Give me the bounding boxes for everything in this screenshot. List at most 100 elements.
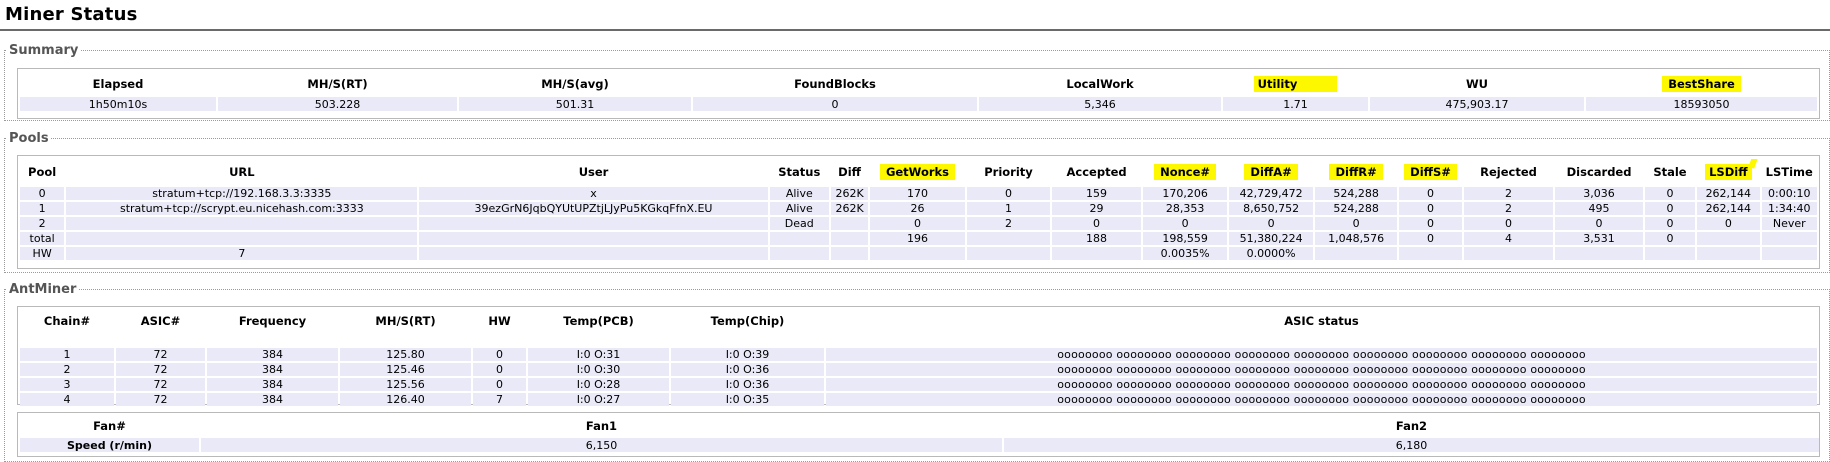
pool-cell-user bbox=[419, 247, 768, 260]
chain-cell-hw: 7 bbox=[473, 393, 526, 406]
pool-cell-getworks: 26 bbox=[870, 202, 965, 215]
pool-cell-priority bbox=[966, 232, 1051, 245]
pool-cell-accepted: 188 bbox=[1052, 232, 1141, 245]
chain-cell-asic: 72 bbox=[116, 393, 205, 406]
pool-cell-getworks: 0 bbox=[870, 217, 965, 230]
pool-cell-rejected: 2 bbox=[1463, 202, 1554, 215]
chains-header-temp-chip: Temp(Chip) bbox=[671, 310, 824, 332]
pool-cell-getworks: 196 bbox=[870, 232, 965, 245]
pool-cell-discarded: 495 bbox=[1555, 202, 1643, 215]
chain-cell-hw: 0 bbox=[473, 378, 526, 391]
chain-cell-temp-chip: I:0 O:39 bbox=[671, 348, 824, 361]
pool-cell-lstime bbox=[1761, 232, 1817, 245]
pools-header-priority: Priority bbox=[966, 159, 1051, 185]
pools-header-url: URL bbox=[66, 159, 418, 185]
pool-cell-diffr: 0 bbox=[1314, 217, 1398, 230]
pool-row: 0 stratum+tcp://192.168.3.3:3335 x Alive 262… bbox=[20, 187, 1817, 200]
chains-header-chain: Chain# bbox=[20, 310, 114, 332]
chains-header-temp-pcb: Temp(PCB) bbox=[528, 310, 669, 332]
pool-cell-diffs: 0 bbox=[1399, 202, 1462, 215]
pools-header-lsdiff: LSDiff bbox=[1697, 159, 1760, 185]
pool-cell-status: Dead bbox=[769, 217, 829, 230]
pool-cell-status bbox=[769, 232, 829, 245]
highlight-utility: Utility bbox=[1253, 76, 1338, 92]
pool-cell-diffa: 0 bbox=[1229, 217, 1313, 230]
pool-cell-diffs: 0 bbox=[1399, 187, 1462, 200]
chain-row: 1 72 384 125.80 0 I:0 O:31 I:0 O:39 oooooooo oo… bbox=[20, 348, 1817, 361]
pool-cell-discarded bbox=[1555, 247, 1643, 260]
pool-cell-pool: 2 bbox=[20, 217, 65, 230]
pool-cell-accepted: 159 bbox=[1052, 187, 1141, 200]
chain-cell-hw: 0 bbox=[473, 348, 526, 361]
pool-cell-stale bbox=[1644, 247, 1696, 260]
chain-row: 4 72 384 126.40 7 I:0 O:27 I:0 O:35 oooooooo oo… bbox=[20, 393, 1817, 406]
chains-header-asic-status: ASIC status bbox=[826, 310, 1817, 332]
pools-header-diff: Diff bbox=[830, 159, 869, 185]
chains-header-frequency: Frequency bbox=[207, 310, 338, 332]
pools-header-user: User bbox=[419, 159, 768, 185]
fans-header-row: Fan# Fan1 Fan2 bbox=[20, 416, 1819, 436]
fans-speed-label: Speed (r/min) bbox=[20, 438, 199, 452]
pool-row: HW 7 0.0035% 0.0000% bbox=[20, 247, 1817, 260]
pools-header-diffr: DiffR# bbox=[1314, 159, 1398, 185]
pool-cell-accepted: 29 bbox=[1052, 202, 1141, 215]
pools-header-pool: Pool bbox=[20, 159, 65, 185]
pool-cell-rejected: 4 bbox=[1463, 232, 1554, 245]
pool-cell-diffs: 0 bbox=[1399, 232, 1462, 245]
summary-value-elapsed: 1h50m10s bbox=[20, 97, 216, 111]
summary-header-foundblocks: FoundBlocks bbox=[693, 73, 977, 95]
summary-value-mhs-rt: 503.228 bbox=[218, 97, 457, 111]
fans-header-fan1: Fan1 bbox=[201, 416, 1002, 436]
pool-cell-getworks bbox=[870, 247, 965, 260]
pool-cell-priority: 0 bbox=[966, 187, 1051, 200]
pools-header-nonce: Nonce# bbox=[1142, 159, 1228, 185]
pool-cell-url: stratum+tcp://192.168.3.3:3335 bbox=[66, 187, 418, 200]
pool-cell-diffa: 42,729,472 bbox=[1229, 187, 1313, 200]
summary-value-mhs-avg: 501.31 bbox=[459, 97, 691, 111]
summary-value-wu: 475,903.17 bbox=[1370, 97, 1584, 111]
chain-cell-asic: 72 bbox=[116, 348, 205, 361]
pool-cell-diff bbox=[830, 232, 869, 245]
pool-cell-lsdiff: 262,144 bbox=[1697, 187, 1760, 200]
pools-header-stale: Stale bbox=[1644, 159, 1696, 185]
pools-header-diffs: DiffS# bbox=[1399, 159, 1462, 185]
pool-cell-diffs: 0 bbox=[1399, 217, 1462, 230]
pool-cell-stale: 0 bbox=[1644, 217, 1696, 230]
chains-header-row: Chain# ASIC# Frequency MH/S(RT) HW Temp(… bbox=[20, 310, 1817, 332]
pool-row: total 196 188 198,559 51,380,224 1,048,576 0 4 3… bbox=[20, 232, 1817, 245]
summary-header-utility: Utility bbox=[1223, 73, 1368, 95]
chain-cell-asic-status: oooooooo oooooooo oooooooo oooooooo oooo… bbox=[826, 393, 1817, 406]
fans-speed-fan2: 6,180 bbox=[1004, 438, 1819, 452]
pool-cell-nonce: 28,353 bbox=[1142, 202, 1228, 215]
fans-speed-row: Speed (r/min) 6,150 6,180 bbox=[20, 438, 1819, 452]
chain-cell-asic-status: oooooooo oooooooo oooooooo oooooooo oooo… bbox=[826, 363, 1817, 376]
chain-cell-mhs-rt: 125.46 bbox=[340, 363, 471, 376]
pools-table: Pool URL User Status Diff GetWorks Prior… bbox=[18, 157, 1819, 262]
highlight-bestshare: BestShare bbox=[1662, 76, 1741, 92]
summary-header-mhs-avg: MH/S(avg) bbox=[459, 73, 691, 95]
pool-cell-lstime: Never bbox=[1761, 217, 1817, 230]
pool-cell-user: 39ezGrN6JqbQYUtUPZtjLJyPu5KGkqFfnX.EU bbox=[419, 202, 768, 215]
pool-cell-lsdiff bbox=[1697, 247, 1760, 260]
pools-header-diffa: DiffA# bbox=[1229, 159, 1313, 185]
chain-cell-frequency: 384 bbox=[207, 378, 338, 391]
pool-cell-stale: 0 bbox=[1644, 232, 1696, 245]
chain-cell-temp-chip: I:0 O:35 bbox=[671, 393, 824, 406]
pool-row: 2 Dead 0 2 0 0 0 0 0 0 0 0 0 Never bbox=[20, 217, 1817, 230]
pool-cell-lstime: 0:00:10 bbox=[1761, 187, 1817, 200]
pool-cell-diff bbox=[830, 247, 869, 260]
summary-header-wu: WU bbox=[1370, 73, 1584, 95]
chains-rows: 1 72 384 125.80 0 I:0 O:31 I:0 O:39 oooooooo oo… bbox=[20, 348, 1817, 406]
chain-cell-hw: 0 bbox=[473, 363, 526, 376]
pools-header-getworks: GetWorks bbox=[870, 159, 965, 185]
chain-cell-temp-pcb: I:0 O:27 bbox=[528, 393, 669, 406]
pool-cell-discarded: 3,036 bbox=[1555, 187, 1643, 200]
pool-cell-diffa: 0.0000% bbox=[1229, 247, 1313, 260]
pools-header-discarded: Discarded bbox=[1555, 159, 1643, 185]
fans-header-fan2: Fan2 bbox=[1004, 416, 1819, 436]
pool-cell-user: x bbox=[419, 187, 768, 200]
fans-header-fan: Fan# bbox=[20, 416, 199, 436]
pool-cell-discarded: 0 bbox=[1555, 217, 1643, 230]
antminer-legend: AntMiner bbox=[9, 282, 77, 297]
pool-cell-status: Alive bbox=[769, 202, 829, 215]
